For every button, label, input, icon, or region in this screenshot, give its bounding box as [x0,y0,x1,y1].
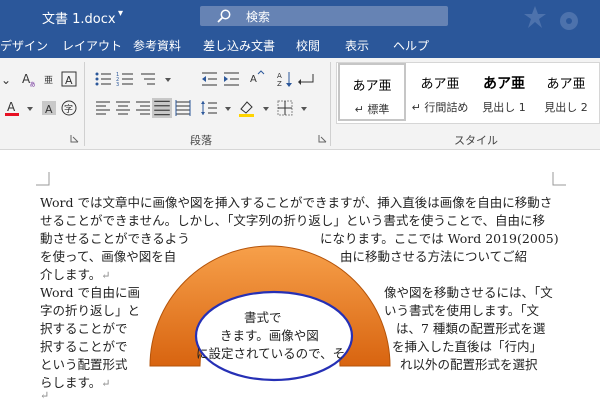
shape-text: 書式で [244,310,282,325]
shape-text: に設定されているので、そ [196,346,346,361]
shape-text: きます。画像や図 [220,328,319,343]
